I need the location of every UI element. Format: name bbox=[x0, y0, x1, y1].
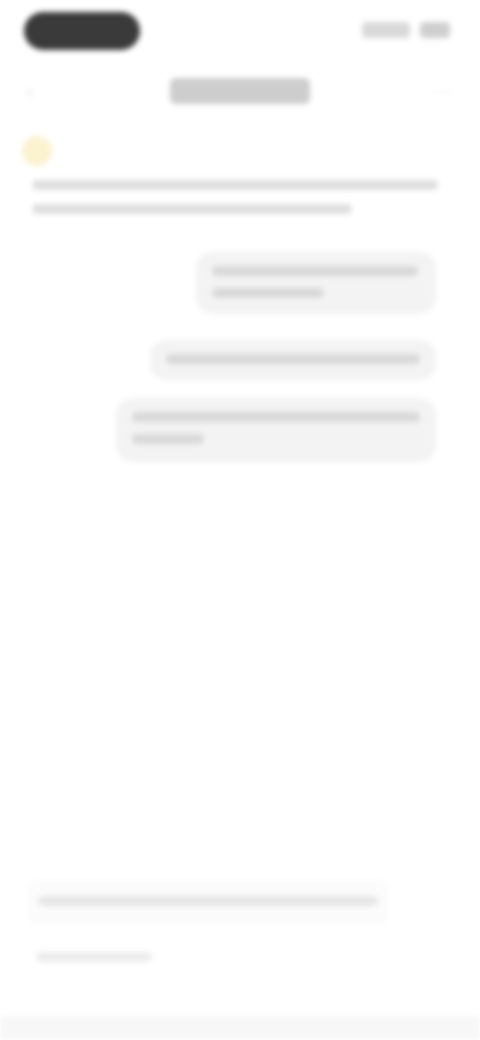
assistant-avatar-icon bbox=[22, 136, 52, 166]
user-text-line bbox=[212, 266, 418, 276]
user-text-line bbox=[212, 288, 324, 298]
bottom-card-text bbox=[38, 896, 378, 906]
status-icons bbox=[362, 20, 452, 42]
nav-bar: ‹ ⋯ bbox=[0, 64, 480, 120]
status-pill bbox=[24, 12, 140, 50]
more-icon[interactable]: ⋯ bbox=[430, 80, 454, 104]
bottom-small-text bbox=[36, 952, 152, 962]
user-message-bubble[interactable] bbox=[196, 252, 436, 314]
user-message-bubble[interactable] bbox=[116, 398, 436, 462]
battery-icon bbox=[420, 22, 450, 38]
user-text-line bbox=[166, 354, 420, 364]
user-text-line bbox=[132, 434, 204, 444]
page-title bbox=[170, 78, 310, 104]
user-text-line bbox=[132, 412, 420, 422]
bottom-card[interactable] bbox=[28, 880, 388, 924]
user-message-bubble[interactable] bbox=[150, 340, 436, 380]
chevron-left-icon[interactable]: ‹ bbox=[26, 80, 50, 104]
chat-screen: ‹ ⋯ bbox=[0, 0, 480, 1040]
assistant-text-line bbox=[32, 180, 438, 190]
assistant-text-line bbox=[32, 204, 352, 214]
assistant-message bbox=[32, 180, 442, 228]
signal-icon bbox=[362, 22, 410, 38]
status-bar bbox=[0, 0, 480, 64]
home-indicator-area bbox=[0, 1016, 480, 1040]
